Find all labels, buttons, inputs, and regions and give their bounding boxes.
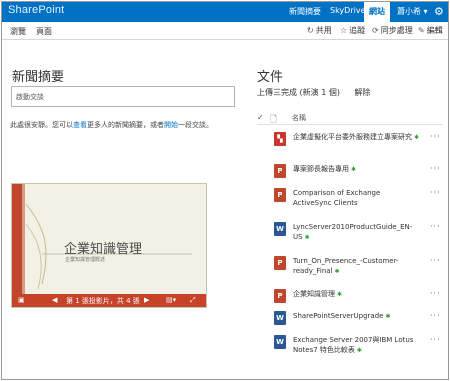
- documents-heading: 文件: [257, 70, 284, 85]
- prev-slide-icon[interactable]: ◀: [52, 296, 57, 304]
- more-options-icon[interactable]: ···: [430, 188, 441, 197]
- new-badge: ✱: [414, 134, 420, 141]
- tip-prefix: 此處很安靜。您可以: [10, 121, 73, 129]
- gear-icon[interactable]: ⚙: [434, 5, 444, 18]
- ribbon: 瀏覽 頁面 ↻ 共用 ☆ 追蹤 ⟳ 同步處理 ✎ 編輯: [2, 22, 448, 40]
- share-button[interactable]: ↻ 共用: [307, 25, 332, 36]
- document-name[interactable]: LyncServer2010ProductGuide_EN-US ✱: [293, 222, 421, 243]
- new-badge: ✱: [304, 234, 310, 241]
- tip-link-start[interactable]: 開始: [164, 121, 178, 129]
- new-badge: ✱: [337, 291, 343, 298]
- document-name[interactable]: 專案節長報告專用 ✱: [293, 164, 421, 175]
- more-options-icon[interactable]: ···: [430, 132, 441, 141]
- upload-status: 上傳三完成 (新演 1 個): [257, 88, 340, 97]
- nav-newsfeed[interactable]: 新聞摘要: [289, 6, 321, 17]
- word-file-icon: W: [274, 335, 286, 349]
- ppt-file-icon: P: [274, 164, 286, 178]
- document-name[interactable]: Turn_On_Presence_-Customer-ready_Final ✱: [293, 256, 421, 277]
- share-icon: ↻: [307, 26, 314, 35]
- tip-link-follow[interactable]: 查看: [73, 121, 87, 129]
- word-file-icon: W: [274, 311, 286, 325]
- edit-icon: ✎: [418, 26, 425, 35]
- ppt-file-icon: P: [274, 188, 286, 202]
- more-options-icon[interactable]: ···: [430, 289, 441, 298]
- slide-page-info: 第 1 張投影片，共 4 張: [66, 297, 140, 305]
- user-menu[interactable]: 蕭小希 ▾: [397, 6, 428, 17]
- new-badge: ✱: [334, 268, 340, 275]
- slide-title: 企業知識管理: [64, 242, 143, 257]
- nav-sites[interactable]: 網站: [364, 2, 390, 22]
- share-label: 共用: [315, 26, 332, 35]
- more-options-icon[interactable]: ···: [430, 222, 441, 231]
- column-name[interactable]: 名稱: [292, 113, 306, 123]
- select-all-checkmark-icon[interactable]: ✓: [257, 113, 264, 122]
- tab-page[interactable]: 頁面: [36, 26, 52, 37]
- more-options-icon[interactable]: ···: [430, 256, 441, 265]
- ppt-logo-icon: ▣: [18, 296, 25, 304]
- sync-icon: ⟳: [372, 26, 379, 35]
- nav-skydrive[interactable]: SkyDrive: [330, 6, 366, 15]
- document-name[interactable]: 企業虛擬化平台委外服務建立專案研究 ✱: [293, 132, 421, 143]
- document-name[interactable]: Comparison of Exchange ActiveSync Client…: [293, 188, 421, 209]
- document-name[interactable]: Exchange Server 2007與IBM Lotus Notes7 特色…: [293, 335, 421, 356]
- document-name[interactable]: 企業知識管理 ✱: [293, 289, 421, 300]
- new-badge: ✱: [385, 313, 391, 320]
- tab-browse[interactable]: 瀏覽: [10, 26, 26, 37]
- next-slide-icon[interactable]: ▶: [144, 296, 149, 304]
- pdf-file-icon: ▚: [274, 132, 286, 146]
- edit-label: 編輯: [426, 26, 443, 35]
- follow-label: 追蹤: [349, 26, 366, 35]
- ppt-file-icon: P: [274, 256, 286, 270]
- dismiss-link[interactable]: 解除: [355, 88, 371, 97]
- upload-status-row: 上傳三完成 (新演 1 個) 解除: [257, 87, 371, 98]
- sharepoint-window: SharePoint 新聞摘要 SkyDrive 網站 蕭小希 ▾ ⚙ 瀏覽 頁…: [1, 1, 449, 380]
- new-badge: ✱: [351, 166, 357, 173]
- newsfeed-tip: 此處很安靜。您可以查看更多人的新聞摘要，或者開始一段交談。: [10, 120, 213, 130]
- word-file-icon: W: [274, 222, 286, 236]
- tip-suffix: 一段交談。: [178, 121, 213, 129]
- divider: [257, 124, 443, 125]
- follow-button[interactable]: ☆ 追蹤: [340, 25, 365, 36]
- more-options-icon[interactable]: ···: [430, 311, 441, 320]
- viewer-toolbar: ▣ ◀ 第 1 張投影片，共 4 張 ▶ ▤▾ ⤢: [12, 294, 206, 307]
- doc-type-icon: 🗋: [270, 115, 278, 125]
- more-options-icon[interactable]: ···: [430, 335, 441, 344]
- newsfeed-heading: 新聞摘要: [12, 70, 65, 85]
- new-badge: ✱: [356, 347, 362, 354]
- ppt-file-icon: P: [274, 289, 286, 303]
- slide-subtitle: 企業知識管理概述: [65, 257, 106, 263]
- edit-button[interactable]: ✎ 編輯: [418, 25, 443, 36]
- document-name[interactable]: SharePointServerUpgrade ✱: [293, 311, 421, 322]
- tip-middle: 更多人的新聞摘要，或者: [87, 121, 164, 129]
- more-options-icon[interactable]: ···: [430, 164, 441, 173]
- brand-logo[interactable]: SharePoint: [8, 4, 64, 16]
- fullscreen-icon[interactable]: ⤢: [190, 296, 196, 305]
- star-icon: ☆: [340, 26, 348, 35]
- suite-bar: SharePoint 新聞摘要 SkyDrive 網站 蕭小希 ▾ ⚙: [2, 2, 448, 22]
- conversation-input[interactable]: 啟動交談: [11, 86, 235, 107]
- sync-label: 同步處理: [380, 26, 413, 35]
- slide-viewer[interactable]: 企業知識管理 企業知識管理概述 ▣ ◀ 第 1 張投影片，共 4 張 ▶ ▤▾ …: [11, 183, 207, 308]
- menu-icon[interactable]: ▤▾: [166, 296, 176, 304]
- sync-button[interactable]: ⟳ 同步處理: [372, 25, 413, 36]
